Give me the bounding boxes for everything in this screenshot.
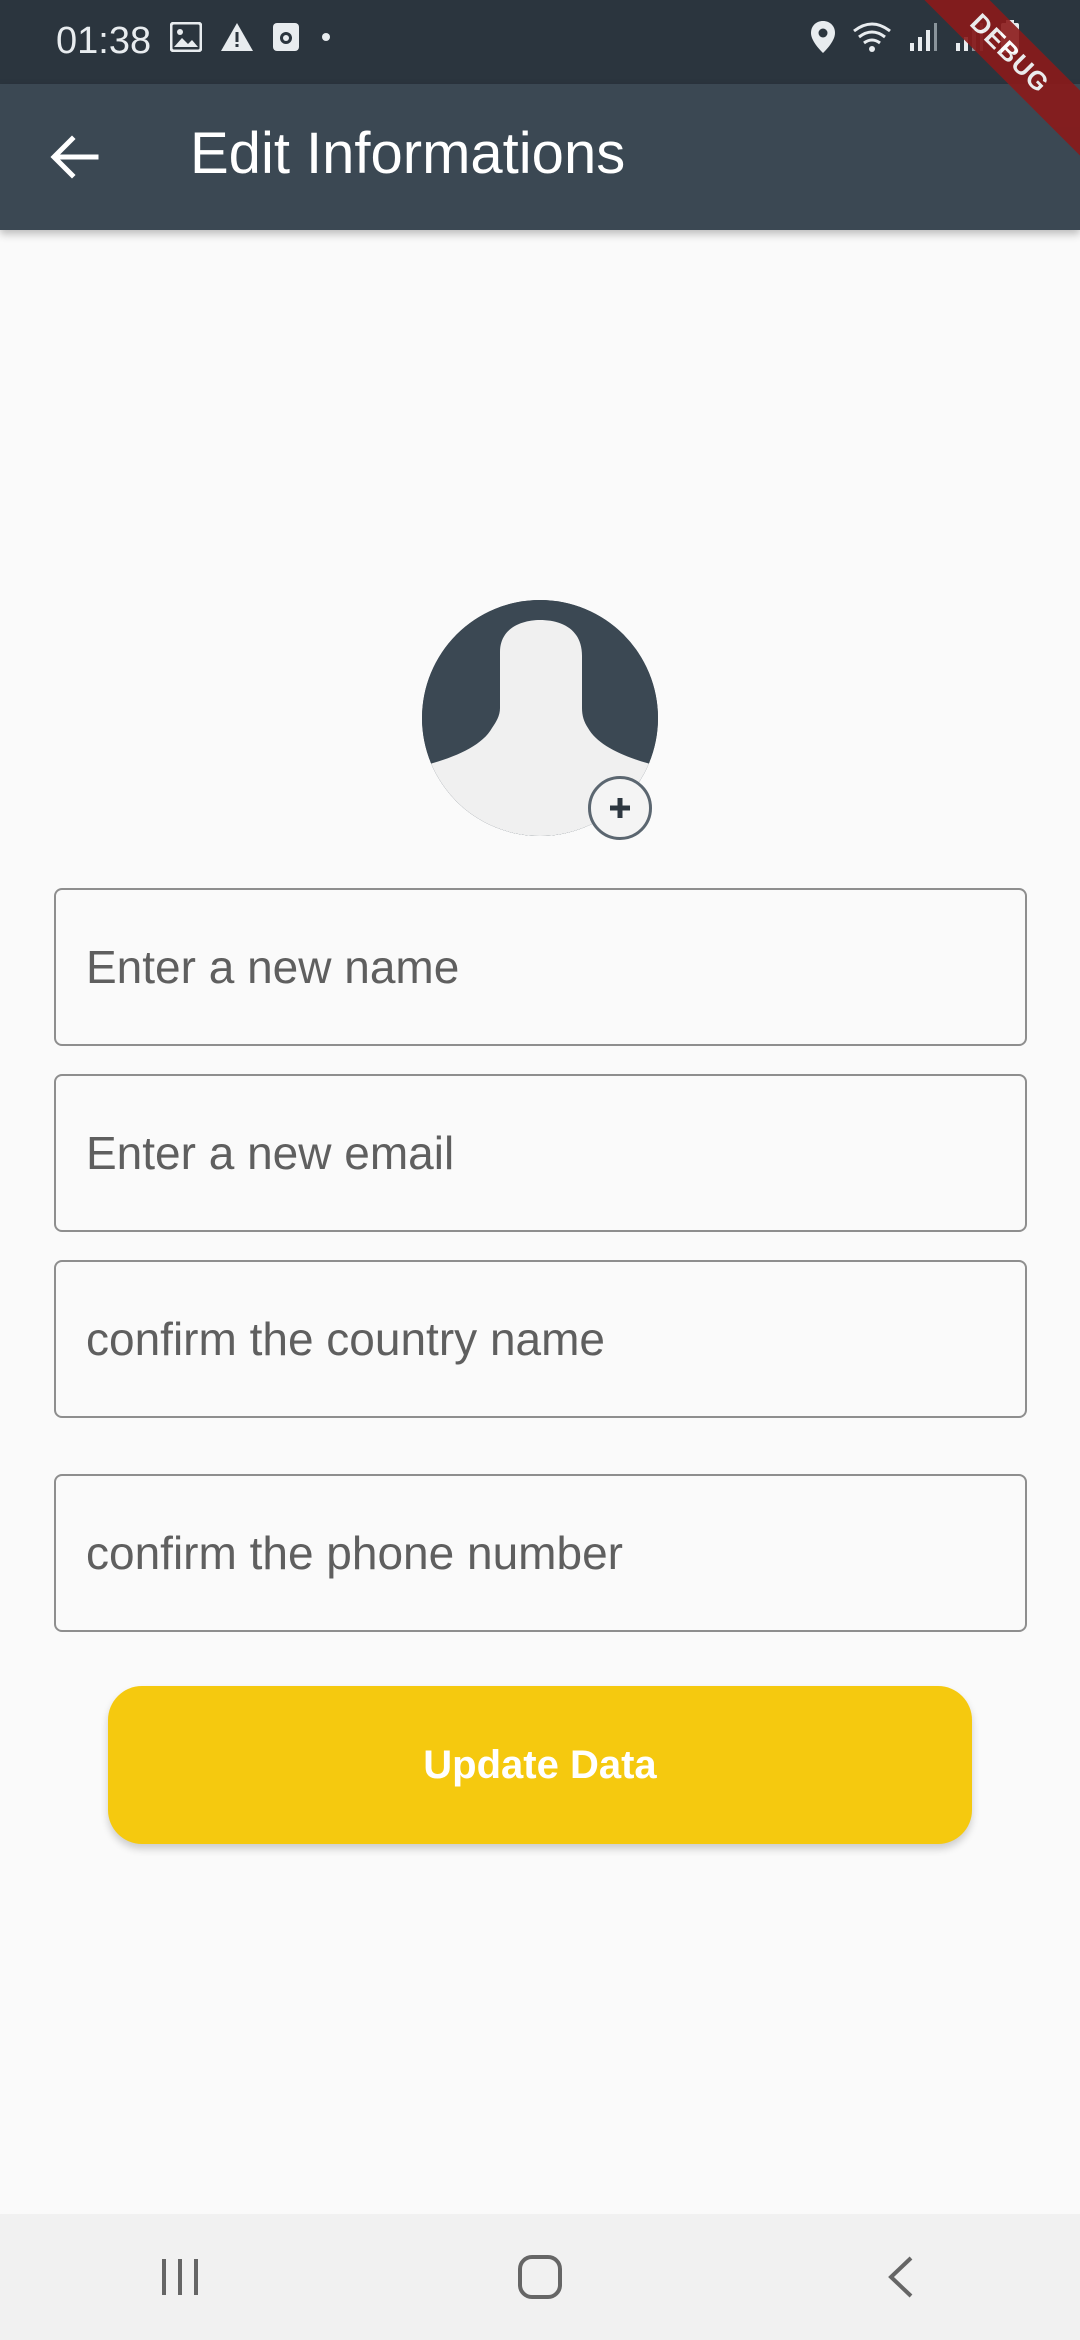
add-photo-button[interactable] [588, 776, 652, 840]
wifi-icon [853, 22, 891, 52]
page-title: Edit Informations [190, 121, 626, 186]
status-time: 01:38 [56, 20, 152, 62]
plus-icon [610, 798, 630, 818]
signal-icon [910, 23, 937, 51]
back-chevron-icon [888, 2256, 913, 2298]
avatar-container [422, 600, 658, 840]
status-left-icons [170, 22, 334, 52]
back-button[interactable] [40, 122, 110, 192]
arrow-left-icon [50, 135, 99, 179]
email-input[interactable] [56, 1076, 1025, 1230]
home-icon [518, 2255, 562, 2299]
status-bar: 01:38 [0, 0, 1080, 84]
phone-field [54, 1474, 1027, 1632]
home-button[interactable] [480, 2227, 600, 2327]
dot-icon [322, 33, 330, 41]
country-input[interactable] [56, 1262, 1025, 1416]
warning-icon [221, 23, 253, 51]
name-input[interactable] [56, 890, 1025, 1044]
edit-informations-screen: 01:38 DEBUG Edit Informations Enter a ne… [0, 0, 1080, 2340]
nav-back-button[interactable] [840, 2227, 960, 2327]
name-field [54, 888, 1027, 1046]
recent-apps-icon [162, 2259, 198, 2295]
phone-input[interactable] [56, 1476, 1025, 1630]
location-icon [811, 21, 835, 53]
country-field [54, 1260, 1027, 1418]
update-data-button[interactable]: Update Data [108, 1686, 972, 1844]
camera-icon [273, 23, 299, 51]
recent-apps-button[interactable] [120, 2227, 240, 2327]
system-nav-bar [0, 2214, 1080, 2340]
email-field [54, 1074, 1027, 1232]
app-bar: Edit Informations [0, 84, 1080, 230]
image-icon [170, 22, 202, 52]
